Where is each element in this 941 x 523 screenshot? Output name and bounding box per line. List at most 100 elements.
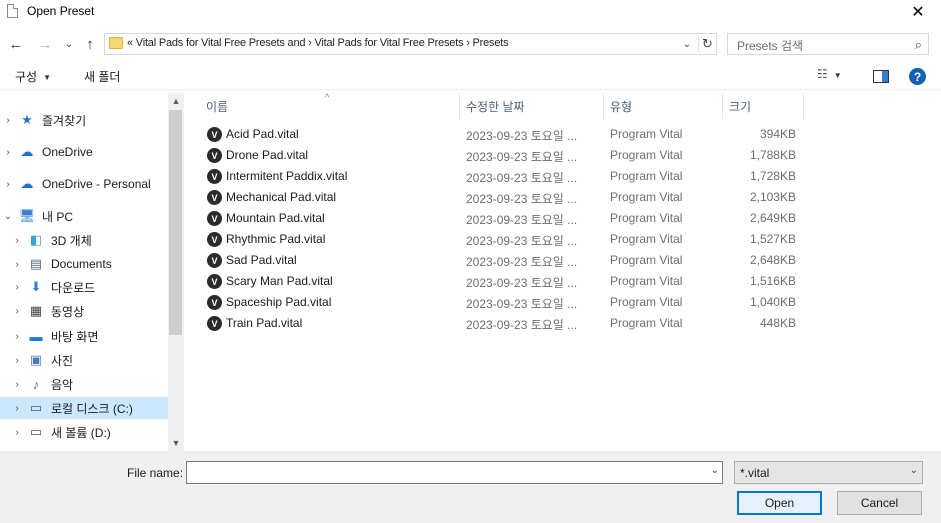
chevron-right-icon[interactable]: ›: [11, 235, 23, 246]
chevron-right-icon[interactable]: ›: [2, 115, 14, 126]
view-options-button[interactable]: ☷ ▼: [817, 67, 842, 81]
chevron-right-icon[interactable]: ›: [11, 355, 23, 366]
scroll-up-icon[interactable]: ▲: [168, 93, 184, 109]
vital-file-icon: V: [207, 169, 222, 184]
file-row[interactable]: V Sad Pad.vital 2023-09-23 토요일 ... Program …: [203, 250, 803, 271]
back-button[interactable]: ←: [6, 34, 26, 54]
nav-item-label: 즐겨찾기: [42, 113, 87, 128]
nav-item-label: 3D 개체: [51, 233, 92, 248]
file-row[interactable]: V Spaceship Pad.vital 2023-09-23 토요일 ... Pr…: [203, 292, 803, 313]
caret-down-icon: ▼: [43, 73, 52, 82]
address-bar[interactable]: « Vital Pads for Vital Free Presets and …: [104, 33, 717, 55]
file-date: 2023-09-23 토요일 ...: [466, 171, 578, 185]
chevron-down-icon[interactable]: ⌄: [2, 211, 14, 222]
file-row[interactable]: V Intermitent Paddix.vital 2023-09-23 토요일 …: [203, 166, 803, 187]
file-row[interactable]: V Train Pad.vital 2023-09-23 토요일 ... Progra…: [203, 313, 803, 334]
refresh-button[interactable]: ↻: [698, 36, 716, 52]
preview-pane-button[interactable]: [873, 70, 889, 83]
cloud-icon: ☁: [20, 144, 34, 159]
chevron-right-icon[interactable]: ›: [11, 427, 23, 438]
nav-item[interactable]: › ⬇ 다운로드: [0, 276, 168, 298]
column-header-type[interactable]: 유형: [604, 93, 723, 119]
nav-item[interactable]: › ☁ OneDrive - Personal: [0, 173, 168, 195]
nav-item[interactable]: › ▦ 동영상: [0, 300, 168, 322]
nav-item[interactable]: › ▭ 새 볼륨 (D:): [0, 421, 168, 443]
vital-file-icon: V: [207, 148, 222, 163]
file-name: Mechanical Pad.vital: [226, 190, 337, 204]
nav-item-label: 새 볼륨 (D:): [51, 425, 111, 440]
recent-locations-button[interactable]: ⌄: [59, 34, 79, 54]
file-row[interactable]: V Rhythmic Pad.vital 2023-09-23 토요일 ... Pro…: [203, 229, 803, 250]
arrow-right-icon: →: [37, 35, 53, 53]
up-button[interactable]: ↑: [80, 34, 100, 54]
file-name: Rhythmic Pad.vital: [226, 232, 326, 246]
chevron-down-icon: ⌄: [682, 38, 692, 50]
nav-item[interactable]: › ◧ 3D 개체: [0, 229, 168, 251]
nav-item[interactable]: › ♪ 음악: [0, 373, 168, 395]
search-box[interactable]: Presets 검색 ⌕: [727, 33, 929, 55]
file-row[interactable]: V Scary Man Pad.vital 2023-09-23 토요일 ... Pr…: [203, 271, 803, 292]
nav-item[interactable]: › ▣ 사진: [0, 349, 168, 371]
column-header-size[interactable]: 크기: [723, 93, 804, 119]
file-name: Mountain Pad.vital: [226, 211, 325, 225]
file-size: 2,649KB: [749, 211, 796, 225]
nav-item[interactable]: › ☁ OneDrive: [0, 141, 168, 163]
chevron-right-icon[interactable]: ›: [11, 403, 23, 414]
cancel-button[interactable]: Cancel: [837, 491, 922, 515]
desktop-icon: ▬: [29, 328, 43, 344]
forward-button[interactable]: →: [35, 34, 55, 54]
new-folder-button[interactable]: 새 폴더: [84, 68, 120, 85]
file-row[interactable]: V Mountain Pad.vital 2023-09-23 토요일 ... Pro…: [203, 208, 803, 229]
file-type: Program Vital: [610, 211, 683, 225]
file-date: 2023-09-23 토요일 ...: [466, 150, 578, 164]
organize-button[interactable]: 구성 ▼: [15, 68, 51, 85]
chevron-right-icon[interactable]: ›: [11, 282, 23, 293]
chevron-down-icon[interactable]: ⌄: [711, 465, 719, 476]
chevron-right-icon[interactable]: ›: [11, 306, 23, 317]
search-input[interactable]: Presets 검색: [737, 37, 803, 54]
file-row[interactable]: V Acid Pad.vital 2023-09-23 토요일 ... Program…: [203, 124, 803, 145]
file-type: Program Vital: [610, 316, 683, 330]
scroll-thumb[interactable]: [169, 110, 182, 335]
nav-item[interactable]: › ★ 즐겨찾기: [0, 109, 168, 131]
chevron-right-icon[interactable]: ›: [11, 331, 23, 342]
file-date: 2023-09-23 토요일 ...: [466, 129, 578, 143]
file-row[interactable]: V Mechanical Pad.vital 2023-09-23 토요일 ... P…: [203, 187, 803, 208]
address-dropdown-button[interactable]: ⌄: [678, 36, 696, 52]
nav-item-label: 다운로드: [51, 280, 96, 295]
close-button[interactable]: ✕: [895, 0, 941, 24]
music-icon: ♪: [32, 376, 40, 392]
file-size: 2,648KB: [749, 253, 796, 267]
nav-item[interactable]: › ▤ Documents: [0, 253, 168, 275]
help-button[interactable]: ?: [909, 68, 926, 85]
breadcrumb[interactable]: « Vital Pads for Vital Free Presets and …: [127, 37, 509, 49]
file-name: Intermitent Paddix.vital: [226, 169, 348, 183]
address-row: ← → ⌄ ↑ « Vital Pads for Vital Free Pres…: [0, 30, 941, 58]
file-type-filter[interactable]: *.vital ⌄: [734, 461, 923, 484]
drive-icon: ▭: [29, 424, 43, 439]
nav-item[interactable]: › ▭ 로컬 디스크 (C:): [0, 397, 168, 419]
pictures-icon: ▣: [29, 352, 43, 367]
column-header-date[interactable]: 수정한 날짜: [460, 93, 604, 119]
nav-item-label: 바탕 화면: [51, 329, 99, 344]
scroll-down-icon[interactable]: ▼: [168, 435, 184, 451]
chevron-right-icon[interactable]: ›: [2, 147, 14, 158]
vital-file-icon: V: [207, 253, 222, 268]
chevron-right-icon[interactable]: ›: [2, 179, 14, 190]
column-header-name[interactable]: 이름 ^: [185, 92, 460, 119]
file-name-combobox[interactable]: ⌄: [186, 461, 723, 484]
file-date: 2023-09-23 토요일 ...: [466, 255, 578, 269]
nav-item[interactable]: › ▬ 바탕 화면: [0, 325, 168, 347]
nav-item[interactable]: ⌄ 🖥 내 PC: [0, 205, 168, 227]
dialog-footer: File name: ⌄ *.vital ⌄ Open Cancel: [0, 451, 941, 523]
star-icon: ★: [21, 112, 33, 127]
chevron-right-icon[interactable]: ›: [11, 259, 23, 270]
nav-scrollbar[interactable]: ▲ ▼: [168, 93, 184, 451]
file-name: Scary Man Pad.vital: [226, 274, 333, 288]
file-name-input[interactable]: [187, 462, 697, 483]
chevron-right-icon[interactable]: ›: [11, 379, 23, 390]
open-button[interactable]: Open: [737, 491, 822, 515]
file-type: Program Vital: [610, 127, 683, 141]
nav-item-label: OneDrive - Personal: [42, 177, 151, 191]
file-row[interactable]: V Drone Pad.vital 2023-09-23 토요일 ... Progra…: [203, 145, 803, 166]
